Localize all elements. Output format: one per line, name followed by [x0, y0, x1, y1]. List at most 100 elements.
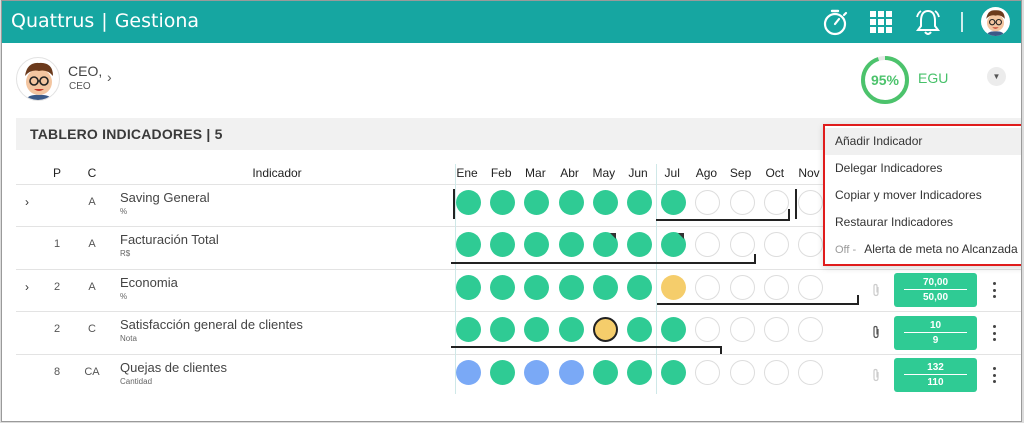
month-status-dot[interactable] [729, 275, 755, 300]
month-status-dot[interactable] [661, 190, 687, 215]
menu-item-add-indicator[interactable]: Añadir Indicador [825, 128, 1021, 155]
comment-flag-icon[interactable] [678, 233, 684, 239]
month-status-dot[interactable] [627, 275, 652, 300]
month-status-dot[interactable] [661, 360, 687, 385]
month-status-dot[interactable] [627, 317, 652, 342]
column-header-month[interactable]: Oct [759, 166, 791, 180]
column-header-p[interactable]: P [47, 166, 67, 180]
month-status-dot[interactable] [695, 190, 721, 215]
month-status-dot[interactable] [763, 317, 789, 342]
column-header-month[interactable]: Sep [725, 166, 757, 180]
expand-row-chevron-icon[interactable]: › [25, 280, 29, 294]
top-bar: Quattrus | Gestiona [2, 1, 1021, 43]
expand-row-chevron-icon[interactable]: › [25, 195, 29, 209]
month-status-dot[interactable] [558, 190, 584, 215]
column-header-month[interactable]: Mar [519, 166, 551, 180]
month-status-dot[interactable] [456, 360, 481, 385]
month-status-dot[interactable] [627, 360, 652, 385]
stopwatch-icon[interactable] [820, 7, 850, 37]
month-status-dot[interactable] [729, 232, 755, 257]
month-status-dot[interactable] [558, 275, 584, 300]
month-status-dot[interactable] [798, 360, 823, 385]
more-options-icon[interactable] [991, 325, 997, 341]
month-status-dot[interactable] [627, 232, 652, 257]
menu-item-delegate-indicators[interactable]: Delegar Indicadores [825, 155, 1021, 182]
column-header-indicator[interactable]: Indicador [232, 166, 322, 180]
month-status-dot[interactable] [558, 360, 584, 385]
month-status-dot[interactable] [661, 317, 687, 342]
more-options-icon[interactable] [991, 282, 997, 298]
month-status-dot[interactable] [763, 232, 789, 257]
apps-grid-icon[interactable] [866, 7, 896, 37]
attachment-icon[interactable] [871, 325, 881, 339]
value-box[interactable]: 132 110 [894, 358, 977, 392]
month-status-dot[interactable] [729, 360, 755, 385]
month-status-dot[interactable] [524, 317, 550, 342]
column-header-c[interactable]: C [81, 166, 103, 180]
month-status-dot[interactable] [592, 275, 618, 300]
month-status-dot[interactable] [490, 317, 516, 342]
month-status-dot[interactable] [763, 190, 789, 215]
column-header-month[interactable]: Jun [622, 166, 654, 180]
menu-item-copy-move-indicators[interactable]: Copiar y mover Indicadores [825, 182, 1021, 209]
profile-name[interactable]: CEO, [68, 63, 102, 79]
more-options-icon[interactable] [991, 367, 997, 383]
indicator-name[interactable]: Facturación Total [120, 232, 219, 247]
brand-logo[interactable]: Quattrus | Gestiona [11, 10, 199, 32]
user-avatar-icon[interactable] [981, 7, 1010, 36]
column-header-month[interactable]: May [588, 166, 620, 180]
month-status-dot[interactable] [524, 360, 550, 385]
month-status-dot[interactable] [798, 317, 823, 342]
month-status-dot[interactable] [695, 232, 721, 257]
column-header-month[interactable]: Jul [656, 166, 688, 180]
menu-item-restore-indicators[interactable]: Restaurar Indicadores [825, 209, 1021, 236]
month-status-dot[interactable] [695, 317, 721, 342]
month-status-dot[interactable] [763, 275, 789, 300]
value-box[interactable]: 70,00 50,00 [894, 273, 977, 307]
month-status-dot[interactable] [695, 360, 721, 385]
month-status-dot[interactable] [456, 232, 481, 257]
indicator-name[interactable]: Satisfacción general de clientes [120, 317, 303, 332]
toggle-state: Off - [835, 244, 857, 256]
bell-icon[interactable] [913, 7, 943, 37]
month-status-dot[interactable] [627, 190, 652, 215]
month-status-dot[interactable] [729, 190, 755, 215]
column-header-month[interactable]: Abr [554, 166, 586, 180]
month-status-dot[interactable] [729, 317, 755, 342]
month-status-dot[interactable] [695, 275, 721, 300]
month-status-dot[interactable] [524, 275, 550, 300]
chevron-right-icon[interactable]: › [107, 69, 112, 85]
month-status-dot[interactable] [558, 232, 584, 257]
month-status-dot[interactable] [456, 190, 481, 215]
month-status-dot[interactable] [798, 232, 823, 257]
month-status-dot[interactable] [456, 275, 481, 300]
indicator-name[interactable]: Economia [120, 275, 178, 290]
indicator-name[interactable]: Quejas de clientes [120, 360, 227, 375]
profile-avatar[interactable] [16, 57, 60, 101]
column-header-month[interactable]: Nov [793, 166, 825, 180]
month-status-dot[interactable] [490, 275, 516, 300]
value-box[interactable]: 10 9 [894, 316, 977, 350]
month-status-dot[interactable] [524, 190, 550, 215]
comment-flag-icon[interactable] [610, 233, 616, 239]
month-status-dot[interactable] [592, 360, 618, 385]
month-status-dot[interactable] [490, 360, 516, 385]
month-status-dot[interactable] [524, 232, 550, 257]
month-status-dot[interactable] [798, 275, 823, 300]
month-status-dot[interactable] [558, 317, 584, 342]
indicator-name[interactable]: Saving General [120, 190, 210, 205]
month-status-dot[interactable] [763, 360, 789, 385]
month-status-dot[interactable] [661, 275, 687, 300]
month-status-dot[interactable] [490, 190, 516, 215]
chevron-down-icon[interactable]: ▼ [987, 67, 1006, 86]
month-status-dot[interactable] [456, 317, 481, 342]
column-header-month[interactable]: Ago [690, 166, 722, 180]
attachment-icon[interactable] [871, 283, 881, 297]
month-status-dot[interactable] [592, 317, 618, 342]
month-status-dot[interactable] [592, 190, 618, 215]
month-status-dot[interactable] [490, 232, 516, 257]
month-status-dot[interactable] [798, 190, 823, 215]
column-header-month[interactable]: Feb [485, 166, 517, 180]
attachment-icon[interactable] [871, 368, 881, 382]
menu-item-goal-alert-toggle[interactable]: Off - Alerta de meta no Alcanzada [825, 236, 1021, 263]
